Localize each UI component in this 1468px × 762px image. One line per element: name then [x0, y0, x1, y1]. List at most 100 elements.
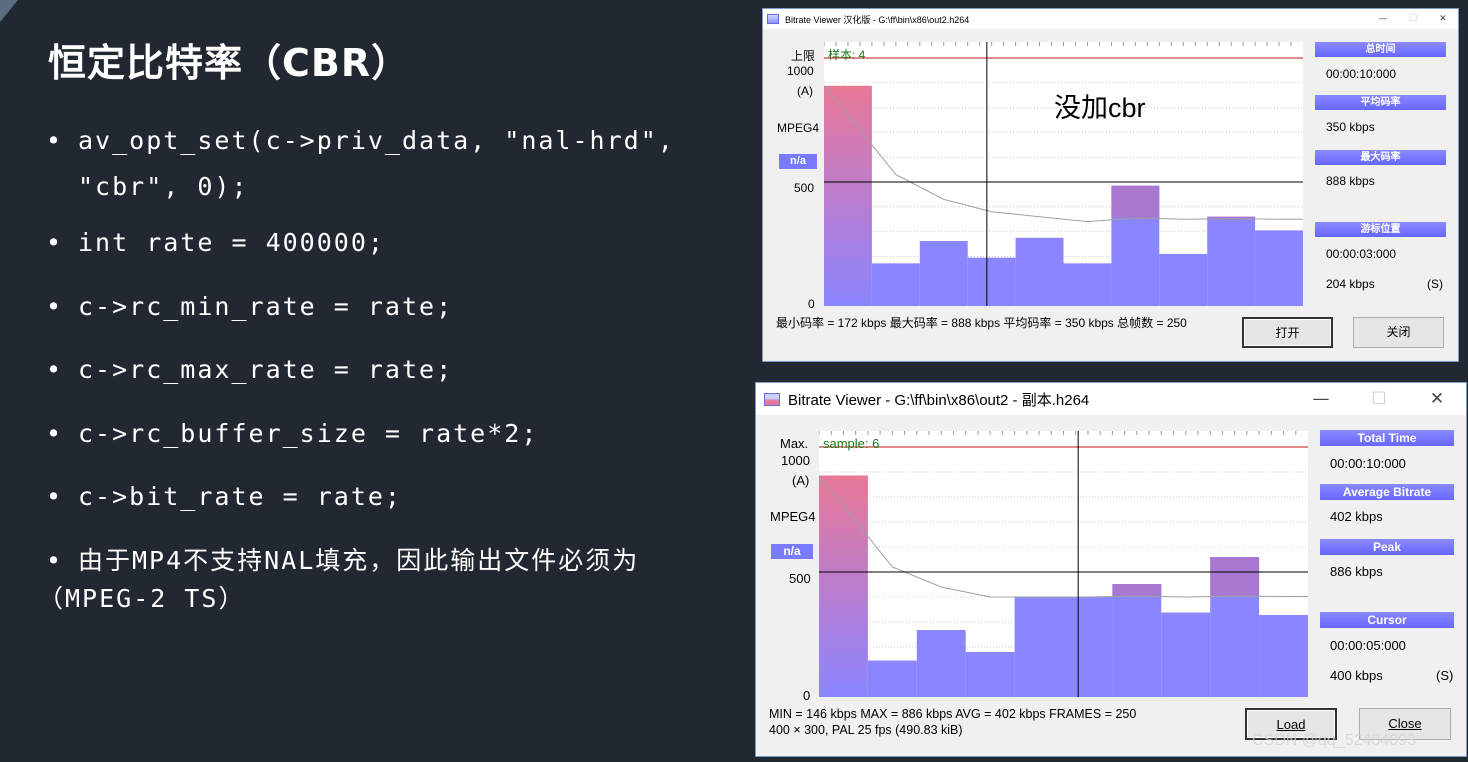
total-time-value: 00:00:10:000	[1326, 67, 1397, 81]
bullet-item: • c->rc_min_rate = rate;	[46, 292, 453, 321]
window-title: Bitrate Viewer 汉化版 - G:\ff\bin\x86\out2.…	[785, 14, 970, 25]
total-time-header: Total Time	[1320, 430, 1454, 446]
window-title: Bitrate Viewer - G:\ff\bin\x86\out2 - 副本…	[788, 391, 1090, 409]
bullet-item: • av_opt_set(c->priv_data, "nal-hrd", "c…	[46, 118, 726, 210]
watermark: CSDN @qq_52484093	[1252, 732, 1416, 749]
bitrate-chart[interactable]	[819, 431, 1308, 697]
bullet-text: c->rc_max_rate = rate;	[78, 355, 454, 384]
bitrate-bar	[1207, 216, 1256, 306]
sample-label: 样本: 4	[828, 48, 866, 62]
stats-block: MIN = 146 kbps MAX = 886 kbps AVG = 402 …	[769, 706, 1239, 738]
annotation-text: 没加cbr	[1054, 93, 1146, 123]
bitrate-chart[interactable]	[824, 42, 1303, 306]
bullet-text: c->rc_min_rate = rate;	[78, 292, 454, 321]
codec-label: MPEG4	[770, 509, 816, 524]
bitrate-bar	[1255, 230, 1303, 306]
bitrate-bar	[919, 241, 968, 306]
cursor-time-value: 00:00:05:000	[1330, 638, 1406, 653]
bullet-item: • c->bit_rate = rate;	[46, 482, 402, 511]
bitrate-bar	[1063, 263, 1112, 306]
maximize-button[interactable]: ☐	[1350, 389, 1408, 409]
slide-title: 恒定比特率（CBR）	[48, 41, 411, 85]
peak-header: Peak	[1320, 539, 1454, 555]
bitrate-bar	[916, 630, 966, 697]
bitrate-bar	[824, 85, 872, 306]
y-zero-label: 0	[808, 297, 815, 311]
title-bar[interactable]: Bitrate Viewer - G:\ff\bin\x86\out2 - 副本…	[756, 383, 1466, 415]
avg-bitrate-header: Average Bitrate	[1320, 484, 1454, 500]
bitrate-plot[interactable]: sample: 6	[819, 431, 1308, 697]
a-label: (A)	[792, 473, 810, 488]
peak-value: 888 kbps	[1326, 174, 1375, 188]
avg-bitrate-value: 350 kbps	[1326, 120, 1375, 134]
bullet-text: av_opt_set(c->priv_data, "nal-hrd",	[78, 126, 675, 155]
peak-header: 最大码率	[1315, 150, 1446, 165]
open-button[interactable]: 打开	[1242, 317, 1333, 348]
bullet-dot: •	[46, 292, 64, 321]
y-mid-label: 500	[794, 181, 815, 195]
bullet-dot: •	[46, 126, 64, 155]
total-time-value: 00:00:10:000	[1330, 456, 1406, 471]
bitrate-bar-overlay	[1111, 185, 1160, 218]
bullet-text: c->bit_rate = rate;	[78, 482, 402, 511]
bullet-text: 由于MP4不支持NAL填充，因此输出文件必须为	[78, 546, 640, 575]
bitrate-plot[interactable]: 样本: 4	[824, 42, 1303, 306]
bitrate-bar	[867, 660, 917, 697]
bullet-text: int rate = 400000;	[78, 228, 385, 257]
bitrate-viewer-window-en: Bitrate Viewer - G:\ff\bin\x86\out2 - 副本…	[755, 382, 1467, 757]
bullet-text: c->rc_buffer_size = rate*2;	[78, 419, 539, 448]
cursor-rate-value: 400 kbps	[1330, 668, 1383, 683]
app-icon	[767, 14, 779, 24]
a-label: (A)	[797, 84, 813, 98]
max-label: Max.	[780, 436, 809, 451]
bullet-dot: •	[46, 546, 64, 575]
bitrate-bar	[1259, 615, 1308, 697]
na-badge: n/a	[779, 154, 817, 169]
cursor-header: Cursor	[1320, 612, 1454, 628]
total-time-header: 总时间	[1315, 42, 1446, 57]
s-label: (S)	[1436, 668, 1454, 683]
stats-line: 最小码率 = 172 kbps 最大码率 = 888 kbps 平均码率 = 3…	[776, 316, 1187, 330]
y-top-label: 1000	[781, 453, 810, 468]
sample-label: sample: 6	[823, 436, 880, 451]
codec-label: MPEG4	[777, 121, 820, 135]
bullet-dot: •	[46, 419, 64, 448]
bullet-text-cont: "cbr", 0);	[78, 172, 249, 201]
cursor-time-value: 00:00:03:000	[1326, 247, 1397, 261]
avg-bitrate-header: 平均码率	[1315, 95, 1446, 110]
app-icon	[764, 392, 780, 406]
close-button-label: Close	[1388, 716, 1422, 731]
minimize-button[interactable]: —	[1292, 389, 1350, 409]
close-button[interactable]: 关闭	[1353, 317, 1444, 348]
stats-line-format: 400 × 300, PAL 25 fps (490.83 kiB)	[769, 723, 963, 737]
bitrate-bar	[871, 263, 920, 306]
bitrate-bar	[1015, 237, 1064, 306]
bitrate-bar	[819, 475, 868, 697]
bullet-text-cont: （MPEG-2 TS）	[38, 584, 246, 613]
bullet-item: • c->rc_buffer_size = rate*2;	[46, 419, 538, 448]
na-badge: n/a	[771, 544, 813, 559]
y-top-label: 1000	[787, 64, 814, 78]
cursor-rate-value: 204 kbps	[1326, 277, 1375, 291]
bitrate-bar	[965, 652, 1015, 697]
bullet-dot: •	[46, 482, 64, 511]
y-mid-label: 500	[789, 571, 811, 586]
bullet-item: • int rate = 400000;	[46, 228, 385, 257]
bitrate-bar	[1112, 584, 1162, 697]
bitrate-bar-overlay	[1210, 557, 1260, 596]
bitrate-bar	[1014, 597, 1064, 697]
close-window-button[interactable]: ✕	[1408, 389, 1466, 409]
bitrate-bar	[1159, 253, 1208, 306]
bitrate-bar	[1063, 597, 1113, 697]
peak-value: 886 kbps	[1330, 564, 1383, 579]
stats-line: MIN = 146 kbps MAX = 886 kbps AVG = 402 …	[769, 707, 1137, 721]
bullet-dot: •	[46, 228, 64, 257]
bitrate-bar	[967, 257, 1016, 306]
max-label: 上限	[791, 49, 816, 63]
close-window-button[interactable]: ✕	[1428, 14, 1458, 24]
minimize-button[interactable]: —	[1368, 14, 1398, 24]
maximize-button[interactable]: ☐	[1398, 14, 1428, 24]
avg-bitrate-value: 402 kbps	[1330, 509, 1383, 524]
title-bar[interactable]: Bitrate Viewer 汉化版 - G:\ff\bin\x86\out2.…	[763, 9, 1458, 29]
cursor-header: 游标位置	[1315, 222, 1446, 237]
